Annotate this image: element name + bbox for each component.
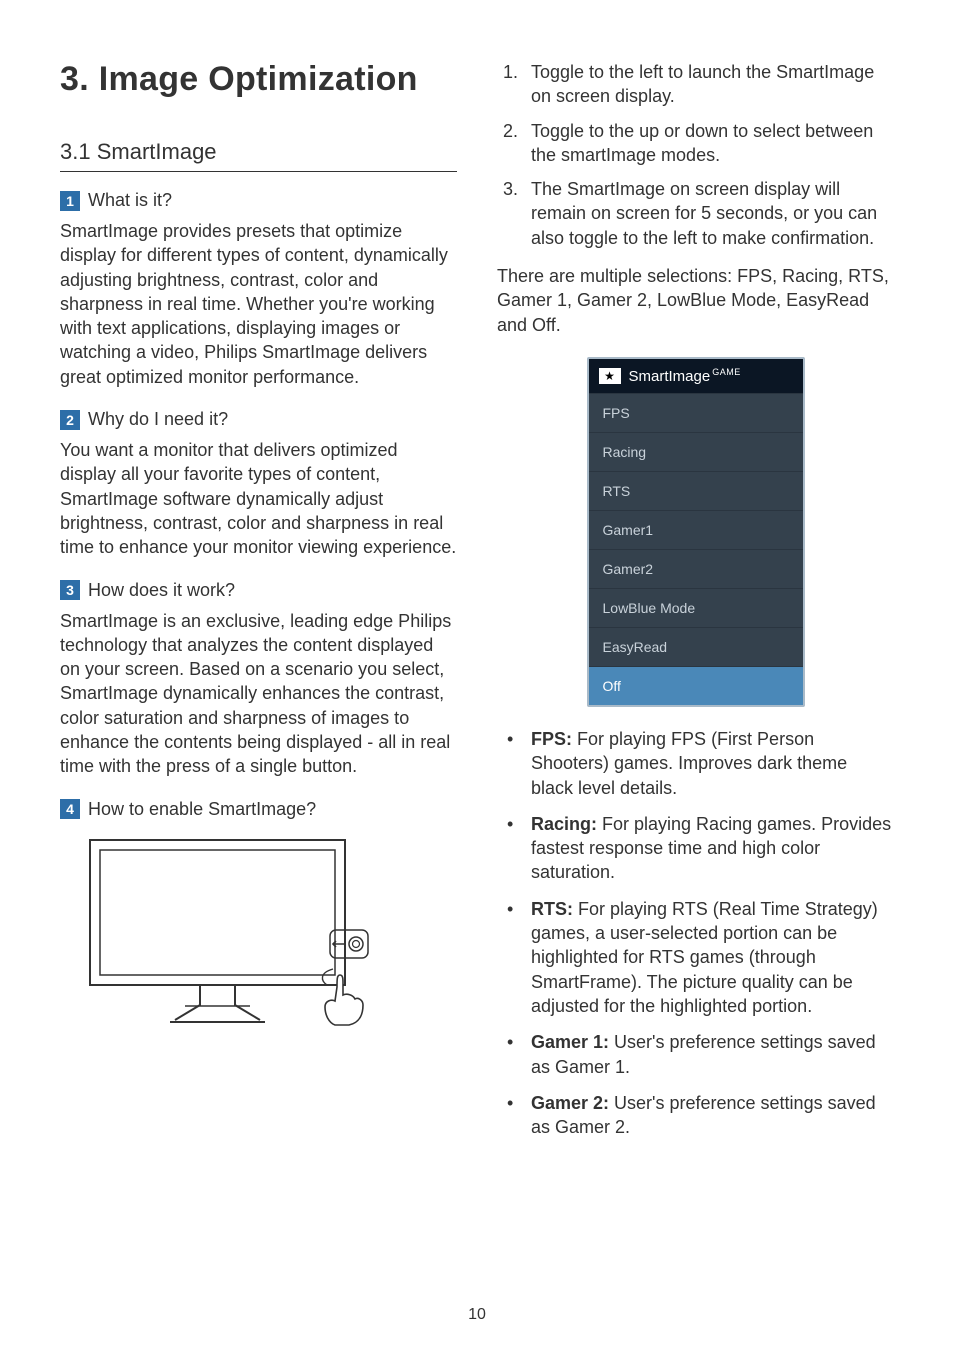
question-label: How does it work? [88, 580, 235, 601]
osd-item-easyread: EasyRead [589, 627, 803, 666]
left-column: 3. Image Optimization 3.1 SmartImage 1 W… [60, 60, 457, 1151]
hand-pointer-icon [322, 969, 363, 1025]
osd-item-gamer1: Gamer1 [589, 510, 803, 549]
question-what-is-it: 1 What is it? [60, 190, 457, 211]
question-why-need-it: 2 Why do I need it? [60, 409, 457, 430]
osd-item-racing: Racing [589, 432, 803, 471]
answer-why-need-it: You want a monitor that delivers optimiz… [60, 438, 457, 559]
monitor-illustration [80, 830, 457, 1035]
mode-gamer-2: Gamer 2: User's preference settings save… [497, 1091, 894, 1140]
question-label: How to enable SmartImage? [88, 799, 316, 820]
mode-label: FPS: [531, 729, 572, 749]
osd-item-fps: FPS [589, 393, 803, 432]
mode-label: Racing: [531, 814, 597, 834]
numbered-badge-3: 3 [60, 580, 80, 600]
chapter-number: 3. [60, 60, 89, 98]
osd-header: ★ SmartImageGAME [589, 359, 803, 393]
mode-label: RTS: [531, 899, 573, 919]
question-how-works: 3 How does it work? [60, 580, 457, 601]
question-label: Why do I need it? [88, 409, 228, 430]
section-heading: 3.1 SmartImage [60, 139, 457, 172]
step-2: Toggle to the up or down to select betwe… [497, 119, 894, 168]
modes-list: FPS: For playing FPS (First Person Shoot… [497, 727, 894, 1139]
mode-racing: Racing: For playing Racing games. Provid… [497, 812, 894, 885]
selections-intro: There are multiple selections: FPS, Raci… [497, 264, 894, 337]
mode-fps: FPS: For playing FPS (First Person Shoot… [497, 727, 894, 800]
osd-item-rts: RTS [589, 471, 803, 510]
question-label: What is it? [88, 190, 172, 211]
mode-label: Gamer 1: [531, 1032, 609, 1052]
mode-desc: For playing RTS (Real Time Strategy) gam… [531, 899, 878, 1016]
osd-title: SmartImage [629, 368, 711, 385]
numbered-badge-1: 1 [60, 191, 80, 211]
osd-smartimage-menu: ★ SmartImageGAME FPSRacingRTSGamer1Gamer… [587, 357, 805, 707]
section-number: 3.1 [60, 139, 91, 164]
page-number: 10 [0, 1306, 954, 1324]
chapter-heading: 3. Image Optimization [60, 60, 457, 99]
steps-list: Toggle to the left to launch the SmartIm… [497, 60, 894, 250]
question-how-enable: 4 How to enable SmartImage? [60, 799, 457, 820]
star-icon: ★ [599, 368, 621, 384]
osd-item-gamer2: Gamer2 [589, 549, 803, 588]
answer-how-works: SmartImage is an exclusive, leading edge… [60, 609, 457, 779]
numbered-badge-2: 2 [60, 410, 80, 430]
step-1: Toggle to the left to launch the SmartIm… [497, 60, 894, 109]
mode-rts: RTS: For playing RTS (Real Time Strategy… [497, 897, 894, 1018]
answer-what-is-it: SmartImage provides presets that optimiz… [60, 219, 457, 389]
section-title: SmartImage [97, 139, 217, 164]
step-3: The SmartImage on screen display will re… [497, 177, 894, 250]
right-column: Toggle to the left to launch the SmartIm… [497, 60, 894, 1151]
osd-item-lowblue-mode: LowBlue Mode [589, 588, 803, 627]
mode-desc: For playing FPS (First Person Shooters) … [531, 729, 847, 798]
osd-item-off: Off [589, 666, 803, 705]
chapter-title: Image Optimization [99, 60, 418, 98]
osd-title-sup: GAME [712, 367, 741, 377]
mode-gamer-1: Gamer 1: User's preference settings save… [497, 1030, 894, 1079]
mode-label: Gamer 2: [531, 1093, 609, 1113]
numbered-badge-4: 4 [60, 799, 80, 819]
